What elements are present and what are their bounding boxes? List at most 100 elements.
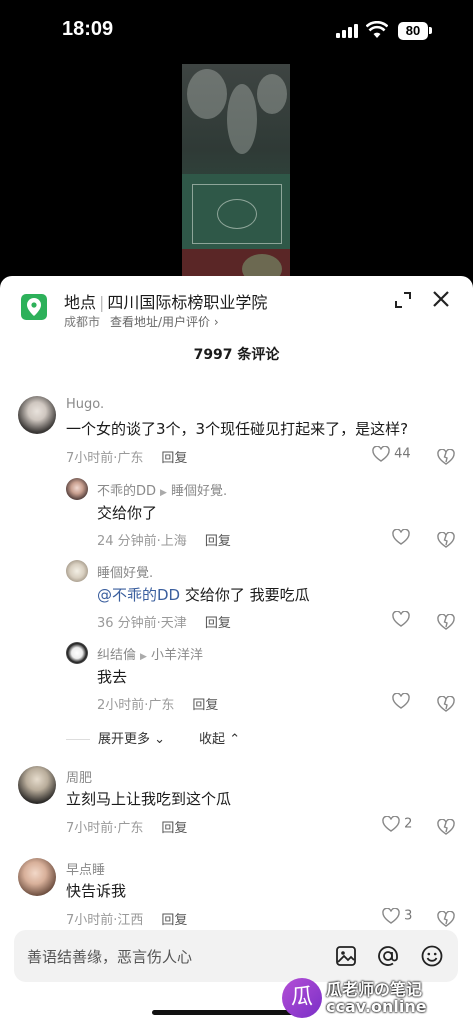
- reply-text-body: 交给你了 我要吃瓜: [180, 586, 310, 604]
- reply-target: 睡個好覺.: [170, 484, 228, 499]
- reply-button[interactable]: 回复: [161, 821, 187, 836]
- expand-more-button[interactable]: 展开更多 ⌄: [98, 732, 165, 747]
- title-separator: |: [99, 293, 105, 312]
- reply-button[interactable]: 回复: [205, 534, 231, 549]
- comment-author[interactable]: 周肥: [66, 767, 92, 786]
- comment-input[interactable]: 善语结善缘，恶言伤人心: [14, 930, 458, 982]
- watermark-logo: 瓜: [282, 978, 322, 1018]
- reply-author[interactable]: 睡個好覺.: [97, 562, 153, 581]
- avatar[interactable]: [18, 396, 56, 434]
- location-city: 成都市: [64, 315, 101, 329]
- comment-text: 立刻马上让我吃到这个瓜: [66, 790, 232, 808]
- reply-text: 交给你了: [97, 504, 158, 522]
- broken-heart-icon[interactable]: [437, 529, 455, 548]
- thread-controls: 展开更多 ⌄ 收起 ⌃: [66, 728, 240, 747]
- reply-text: 我去: [97, 668, 128, 686]
- emoji-icon[interactable]: [420, 944, 444, 968]
- signal-icon: [336, 24, 358, 38]
- heart-icon: [382, 907, 400, 924]
- reply-time: 2小时前·广东: [97, 698, 175, 713]
- comment-time: 7小时前·广东: [66, 451, 144, 466]
- home-indicator[interactable]: [152, 1010, 300, 1015]
- reply-button[interactable]: 回复: [205, 616, 231, 631]
- reply-button[interactable]: 回复: [161, 451, 187, 466]
- close-icon[interactable]: [432, 290, 450, 308]
- location-review-link[interactable]: 查看地址/用户评价 ›: [110, 315, 219, 329]
- status-bar: 18:09 80: [0, 0, 473, 62]
- watermark-text: 瓜老师の笔记 ccav.online: [326, 981, 427, 1015]
- reply-button[interactable]: 回复: [161, 913, 187, 928]
- wifi-icon: [365, 20, 389, 39]
- reply-author-name: 纠结倫: [97, 648, 137, 663]
- tree-shape: [187, 69, 227, 119]
- reply-time: 24 分钟前·上海: [97, 534, 187, 549]
- location-tag: 地点: [64, 293, 97, 312]
- avatar[interactable]: [66, 642, 88, 664]
- tree-shape: [242, 254, 282, 278]
- reply-arrow-icon: ▶: [160, 488, 167, 498]
- broken-heart-icon[interactable]: [437, 908, 455, 927]
- heart-icon: [382, 815, 400, 832]
- like-count: 3: [404, 908, 413, 924]
- reply-arrow-icon: ▶: [140, 652, 147, 662]
- comment-meta: 7小时前·广东 回复: [66, 447, 187, 466]
- avatar[interactable]: [18, 858, 56, 896]
- broken-heart-icon[interactable]: [437, 446, 455, 465]
- status-time: 18:09: [62, 18, 114, 40]
- avatar[interactable]: [18, 766, 56, 804]
- broken-heart-icon[interactable]: [437, 816, 455, 835]
- comment-input-placeholder: 善语结善缘，恶言伤人心: [27, 948, 193, 966]
- comment-count: 7997 条评论: [193, 347, 280, 363]
- reply-author-name: 不乖的DD: [97, 484, 157, 499]
- divider-line: [66, 739, 90, 740]
- mention-link[interactable]: @不乖的DD: [97, 586, 180, 604]
- comment-time: 7小时前·广东: [66, 821, 144, 836]
- broken-heart-icon[interactable]: [437, 693, 455, 712]
- reply-meta: 36 分钟前·天津 回复: [97, 612, 231, 631]
- watermark-line1: 瓜老师の笔记: [326, 980, 423, 999]
- comment-meta: 7小时前·江西 回复: [66, 909, 187, 928]
- like-count: 2: [404, 816, 413, 832]
- comment-author[interactable]: 早点睡: [66, 859, 105, 878]
- reply-meta: 2小时前·广东 回复: [97, 694, 218, 713]
- comment-author[interactable]: Hugo.: [66, 397, 104, 412]
- avatar[interactable]: [66, 478, 88, 500]
- collapse-button[interactable]: 收起 ⌃: [199, 732, 240, 747]
- reply-meta: 24 分钟前·上海 回复: [97, 530, 231, 549]
- reply-button[interactable]: 回复: [192, 698, 218, 713]
- broken-heart-icon[interactable]: [437, 611, 455, 630]
- video-preview[interactable]: [182, 64, 290, 278]
- comment-text: 快告诉我: [66, 882, 127, 900]
- reply-author[interactable]: 纠结倫 ▶ 小羊洋洋: [97, 644, 203, 663]
- heart-icon[interactable]: [392, 528, 410, 545]
- battery-icon: 80: [398, 22, 428, 40]
- like-button[interactable]: 2: [382, 815, 413, 832]
- like-count: 44: [394, 446, 411, 462]
- reply-target: 小羊洋洋: [150, 648, 203, 663]
- heart-icon[interactable]: [392, 692, 410, 709]
- watermark-line2: ccav.online: [326, 997, 427, 1016]
- tree-shape: [227, 84, 257, 154]
- comment-time: 7小时前·江西: [66, 913, 144, 928]
- image-icon[interactable]: [334, 944, 358, 968]
- location-title[interactable]: 地点 | 四川国际标榜职业学院: [64, 289, 267, 313]
- tree-shape: [257, 74, 287, 114]
- like-button[interactable]: 3: [382, 907, 413, 924]
- reply-text: @不乖的DD 交给你了 我要吃瓜: [97, 584, 310, 605]
- comment-sheet: 地点 | 四川国际标榜职业学院 成都市 查看地址/用户评价 › 7997 条评论 Hu…: [0, 276, 473, 1024]
- court-line: [217, 199, 257, 229]
- like-button[interactable]: 44: [372, 445, 411, 462]
- heart-icon[interactable]: [392, 610, 410, 627]
- avatar[interactable]: [66, 560, 88, 582]
- location-name: 四川国际标榜职业学院: [107, 293, 268, 312]
- heart-icon: [372, 445, 390, 462]
- comment-text: 一个女的谈了3个，3个现任碰见打起来了，是这样?: [66, 420, 409, 438]
- at-icon[interactable]: [376, 944, 400, 968]
- comment-meta: 7小时前·广东 回复: [66, 817, 187, 836]
- battery-tip: [429, 27, 432, 34]
- reply-time: 36 分钟前·天津: [97, 616, 187, 631]
- location-subtitle: 成都市 查看地址/用户评价 ›: [64, 313, 219, 330]
- expand-icon[interactable]: [395, 292, 411, 308]
- reply-author[interactable]: 不乖的DD ▶ 睡個好覺.: [97, 480, 227, 499]
- location-pin-icon: [21, 294, 47, 320]
